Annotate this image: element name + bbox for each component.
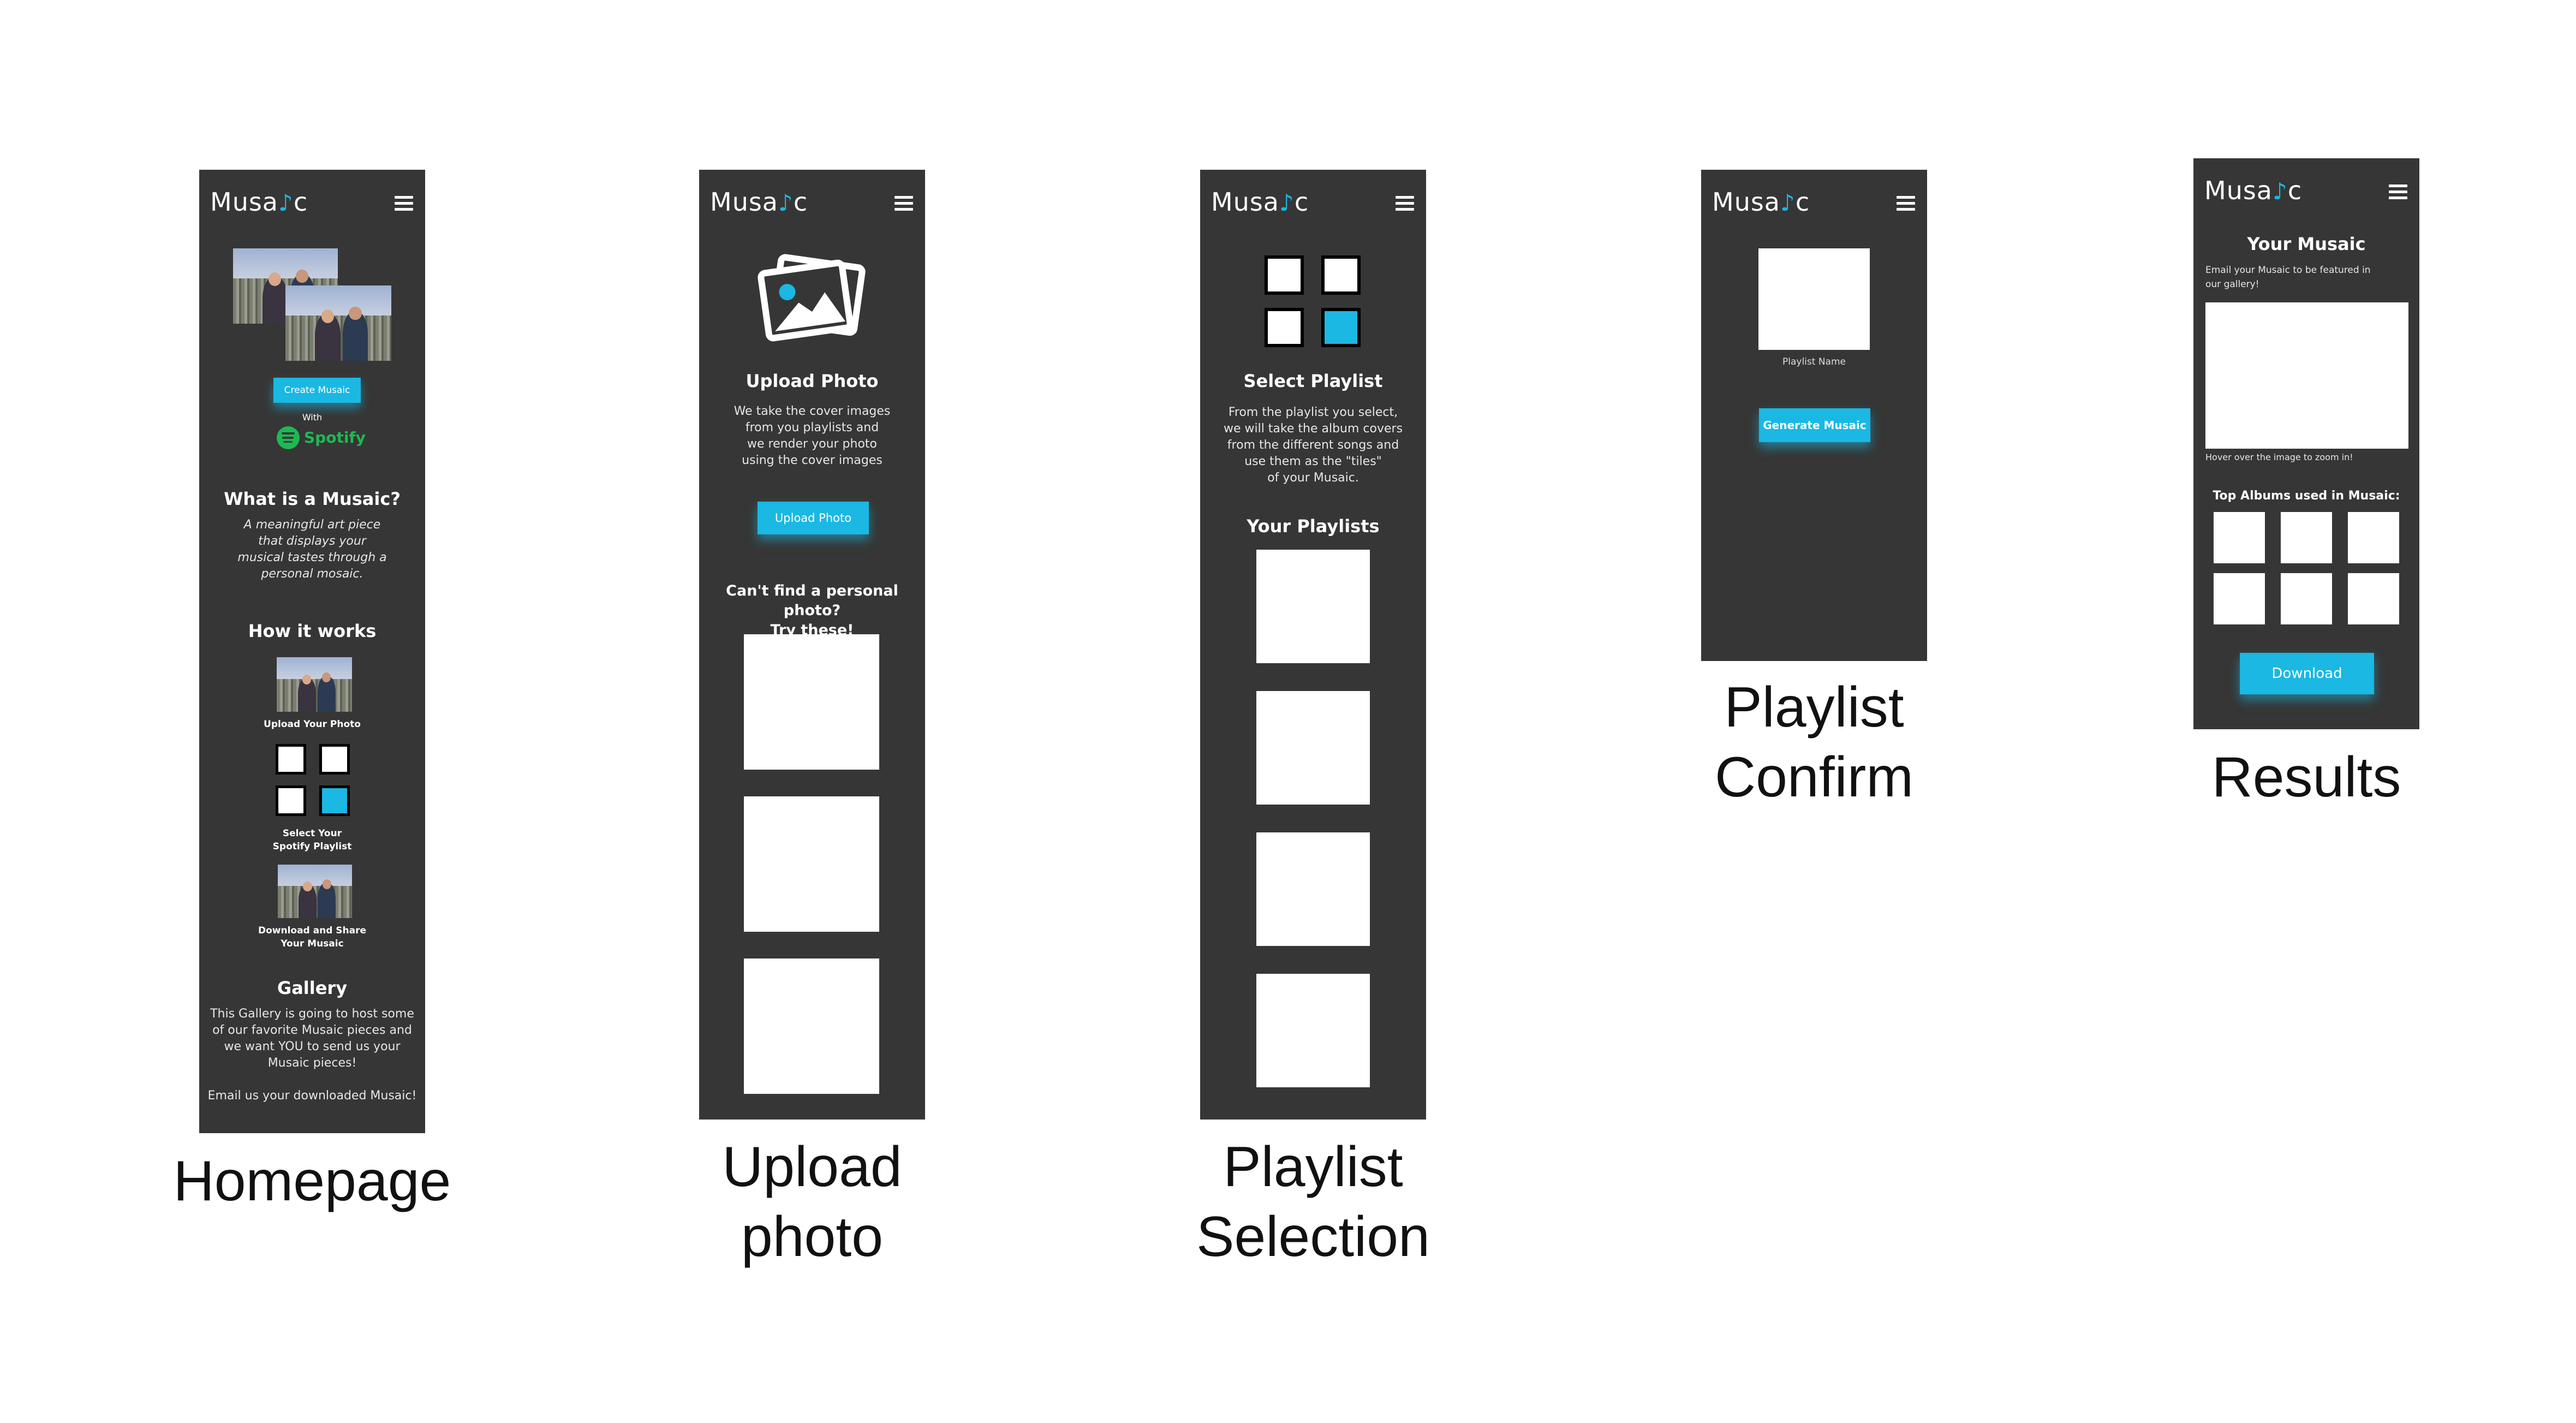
results-screen: Musa♪c Your Musaic Email your Musaic to … [2193,158,2419,729]
tile-selected-icon [319,785,350,816]
album-cover [2348,512,2399,563]
playlist-name-label: Playlist Name [1782,356,1846,367]
hover-zoom-hint: Hover over the image to zoom in! [2205,452,2353,462]
top-bar: Musa♪c [699,170,925,235]
tile-selected-icon [1321,308,1361,347]
spotify-logo: Spotify [277,426,366,450]
album-cover [2214,573,2265,624]
spotify-label: Spotify [304,428,366,446]
sample-photo-option[interactable] [744,796,879,932]
email-us-line: Email us your downloaded Musaic! [207,1089,417,1103]
tile-icon [276,744,306,775]
playlist-item[interactable] [1256,832,1370,946]
select-playlist-body: From the playlist you select, we will ta… [1223,406,1403,485]
your-musaic-title: Your Musaic [2247,234,2366,254]
upload-photo-caption: Upload photo [722,1135,902,1269]
top-bar: Musa♪c [199,170,425,235]
select-playlist-title: Select Playlist [1243,371,1383,391]
hamburger-menu-icon[interactable] [1897,196,1915,211]
playlist-confirm-screen: Musa♪c Playlist Name Generate Musaic [1701,170,1927,661]
gallery-body: This Gallery is going to host some of ou… [210,1007,414,1070]
upload-photo-title: Upload Photo [746,371,879,391]
with-label: With [302,412,323,422]
gallery-title: Gallery [277,978,348,998]
album-cover [2348,573,2399,624]
playlist-item[interactable] [1256,550,1370,663]
upload-photo-button[interactable]: Upload Photo [758,502,869,534]
playlist-confirm-caption: Playlist Confirm [1714,676,1914,809]
top-bar: Musa♪c [1200,170,1426,235]
how-it-works-title: How it works [248,621,377,641]
album-cover [2281,512,2332,563]
sample-photo-option[interactable] [744,958,879,1094]
tile-icon [276,785,306,816]
download-button[interactable]: Download [2240,653,2374,694]
your-playlists-title: Your Playlists [1247,516,1380,537]
musaic-result-image[interactable] [2205,302,2408,449]
generate-musaic-button[interactable]: Generate Musaic [1759,408,1870,442]
homepage-screen: Musa♪c Create Musaic With Spotify What i… [199,170,425,1133]
step-select-playlist-label: Select Your Spotify Playlist [272,828,352,852]
spotify-icon [277,426,300,449]
playlist-cover [1758,248,1870,350]
step-download-label: Download and Share Your Musaic [258,925,367,949]
top-bar: Musa♪c [2193,158,2419,224]
upload-photo-screen: Musa♪c Upload Photo We take the cover im… [699,170,925,1120]
tile-icon [1321,255,1361,295]
hamburger-menu-icon[interactable] [2389,184,2407,199]
top-bar: Musa♪c [1701,170,1927,235]
musaic-logo[interactable]: Musa♪c [710,187,808,217]
step-upload-photo-label: Upload Your Photo [264,719,361,730]
step-download-image [278,865,352,918]
album-cover [2214,512,2265,563]
playlist-item[interactable] [1256,974,1370,1087]
tile-icon [1265,255,1304,295]
top-albums-title: Top Albums used in Musaic: [2213,489,2400,503]
playlist-item[interactable] [1256,691,1370,805]
musaic-logo[interactable]: Musa♪c [1211,187,1309,217]
photo-stack-icon [758,254,866,342]
results-caption: Results [2211,746,2401,809]
musaic-logo[interactable]: Musa♪c [210,187,308,217]
album-cover [2281,573,2332,624]
tile-icon [319,744,350,775]
what-is-musaic-title: What is a Musaic? [224,489,401,509]
sample-photo-front [285,285,391,361]
playlist-selection-screen: Musa♪c Select Playlist From the playlist… [1200,170,1426,1120]
musaic-logo[interactable]: Musa♪c [1712,187,1810,217]
hamburger-menu-icon[interactable] [395,196,413,211]
hamburger-menu-icon[interactable] [1396,196,1414,211]
step-upload-photo-image [277,657,352,712]
upload-photo-body: We take the cover images from you playli… [734,404,891,467]
homepage-caption: Homepage [173,1150,451,1213]
musaic-logo[interactable]: Musa♪c [2204,176,2302,205]
tile-icon [1265,308,1304,347]
create-musaic-button[interactable]: Create Musaic [273,378,361,403]
alt-photos-title: Can't find a personal photo? Try these! [726,582,898,639]
hamburger-menu-icon[interactable] [895,196,913,211]
playlist-selection-caption: Playlist Selection [1196,1135,1430,1269]
email-musaic-text: Email your Musaic to be featured in our … [2205,265,2371,290]
what-is-musaic-body: A meaningful art piece that displays you… [237,518,387,581]
sample-photo-option[interactable] [744,634,879,770]
